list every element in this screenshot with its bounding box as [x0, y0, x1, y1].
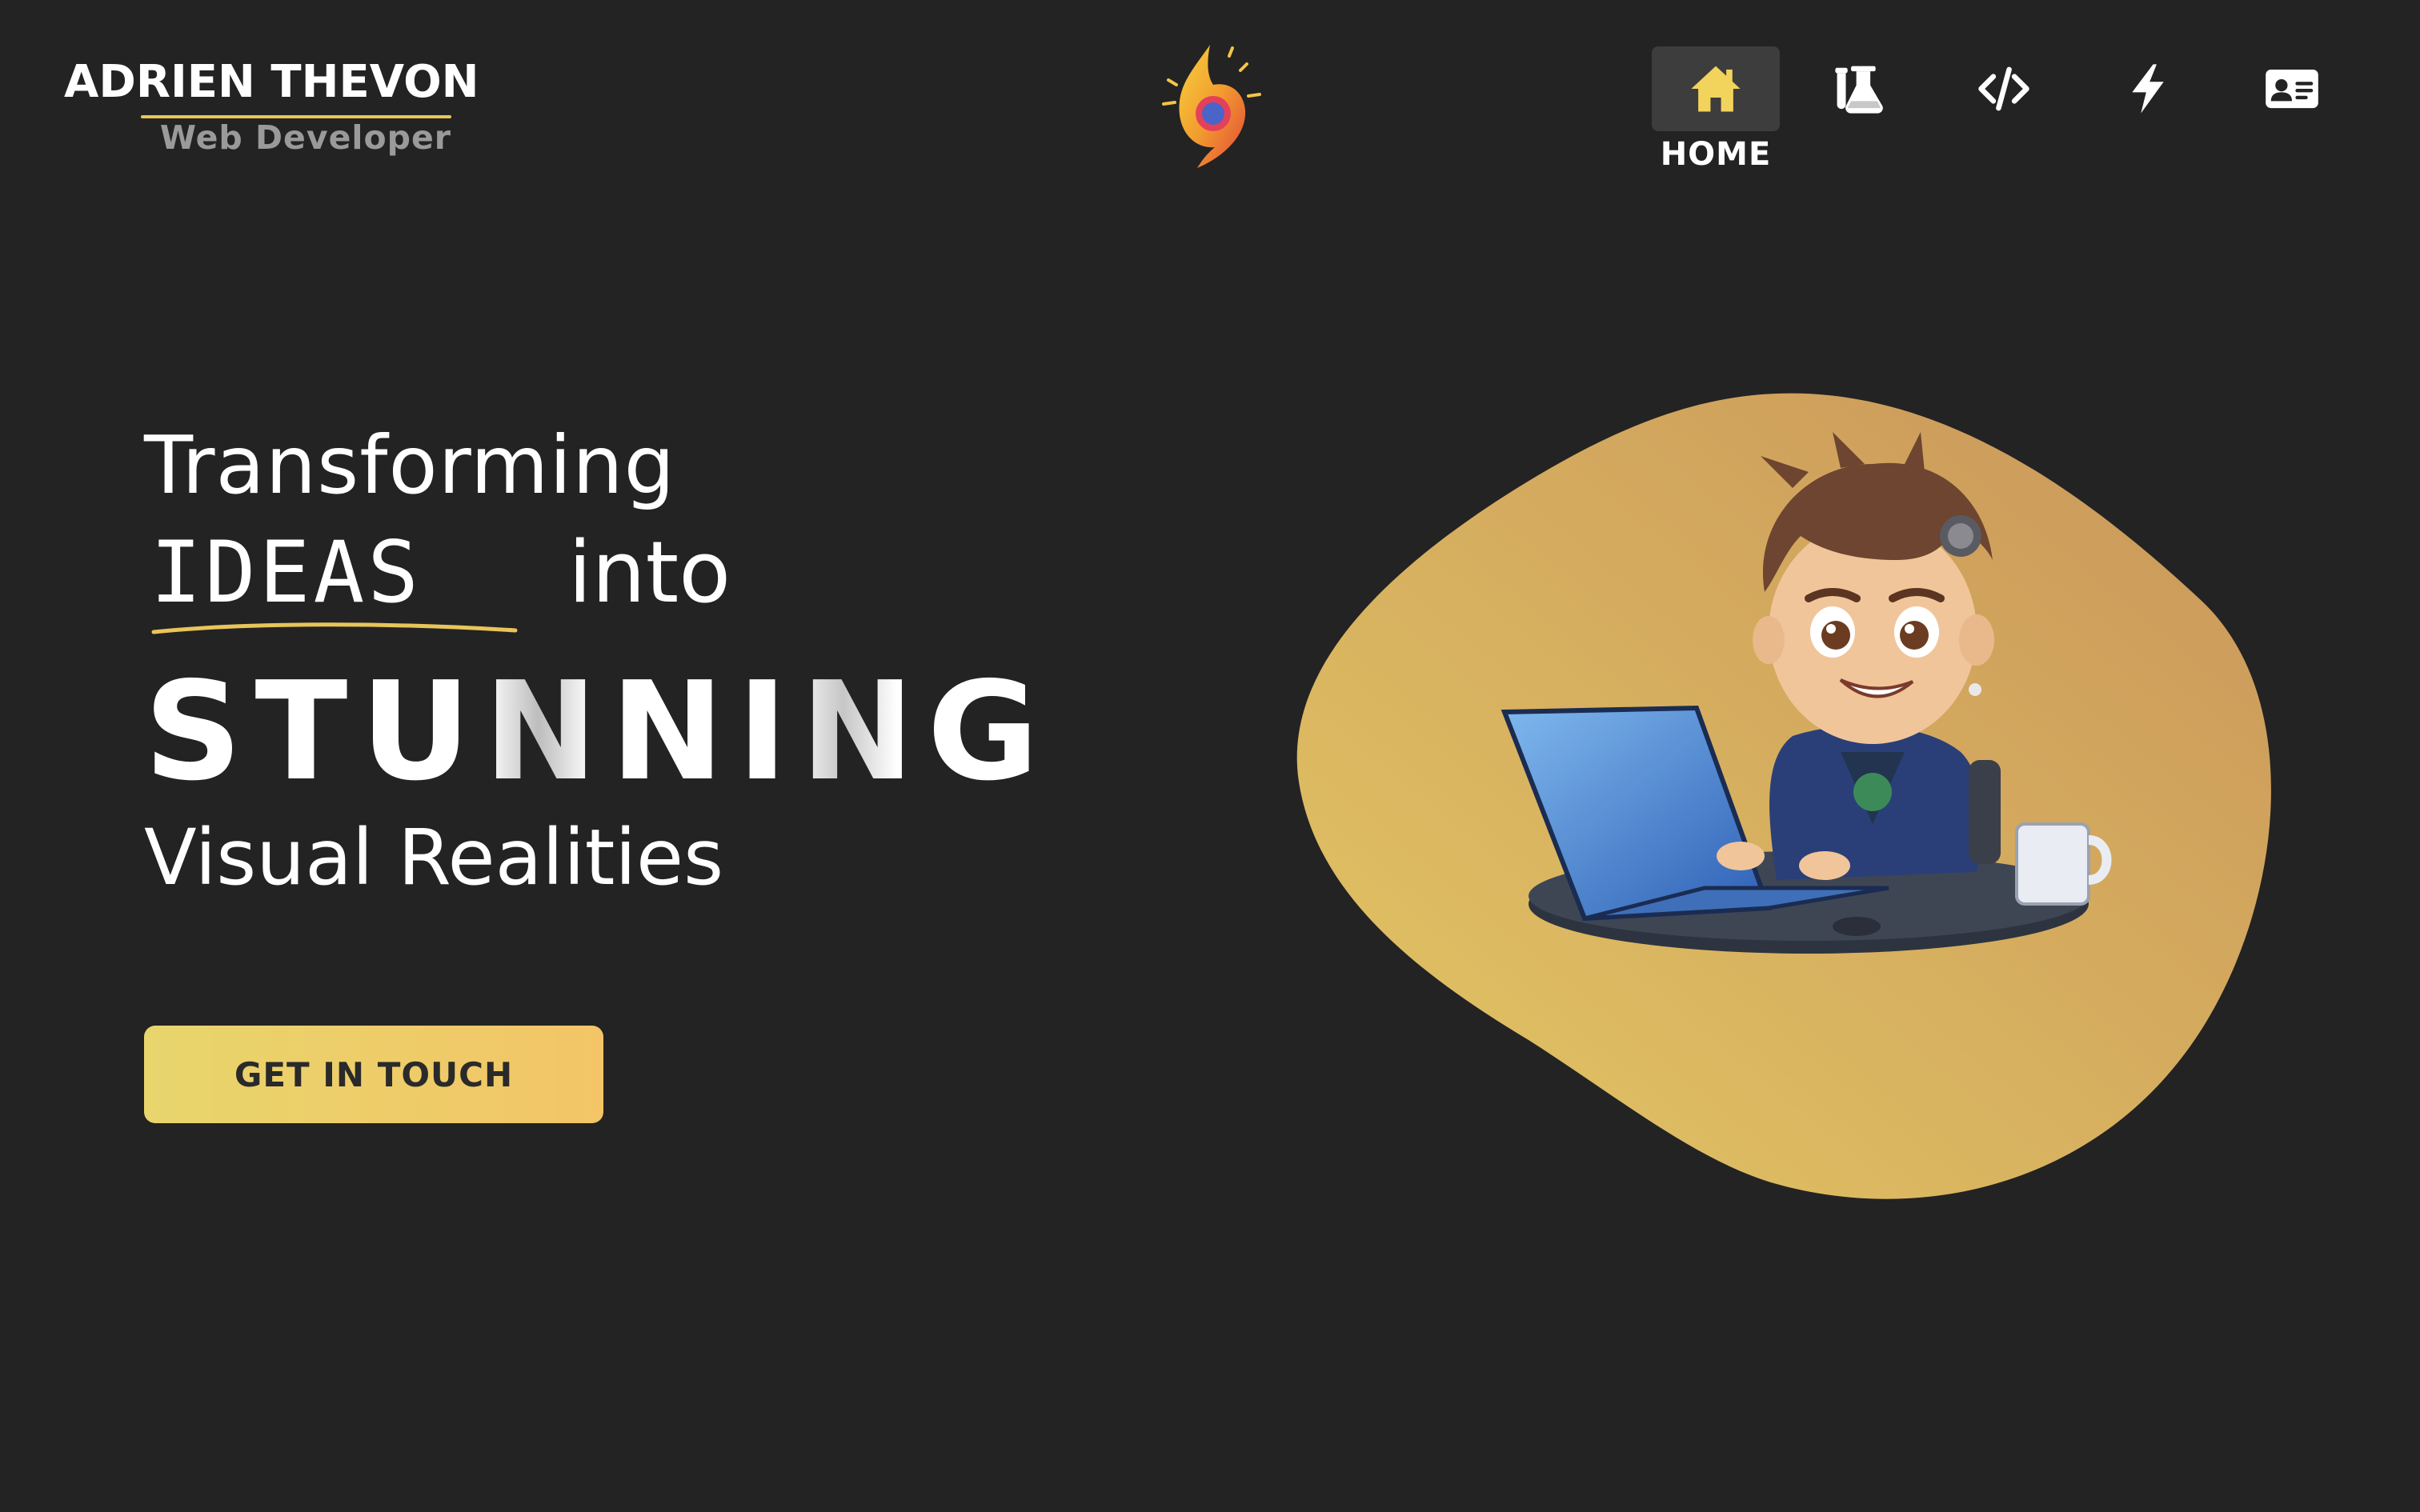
- brand[interactable]: ADRIEN THEVON Web Developer: [64, 54, 479, 157]
- hero-line-visual-realities: Visual Realities: [144, 813, 724, 902]
- flask-icon: [1835, 66, 1883, 114]
- nav-item-code[interactable]: [1940, 46, 2068, 131]
- lightning-icon: [2132, 64, 2164, 114]
- home-icon: [1691, 66, 1741, 112]
- hero-line-transforming: Transforming: [144, 418, 676, 512]
- id-card-icon: [2266, 69, 2318, 109]
- hero-highlight-ideas: IDEAS: [150, 523, 423, 622]
- hero-word-into: into: [568, 523, 731, 622]
- hero-line-ideas: IDEAS into: [144, 520, 1040, 634]
- ideas-underline: [151, 622, 518, 634]
- nav-label-home: HOME: [1660, 136, 1772, 173]
- brand-role: Web Developer: [159, 118, 451, 157]
- brand-name: ADRIEN THEVON: [64, 56, 479, 108]
- hero-line-stunning: STUNNING: [144, 653, 1052, 811]
- nav-item-home[interactable]: [1652, 46, 1780, 131]
- nav-item-contact[interactable]: [2228, 46, 2356, 131]
- nav-item-skills[interactable]: [2084, 46, 2212, 131]
- hero-heading: Transforming IDEAS into STUNNING Visual …: [144, 416, 1040, 906]
- get-in-touch-button[interactable]: GET IN TOUCH: [144, 1026, 603, 1123]
- flame-logo-icon[interactable]: [1144, 38, 1272, 174]
- page: ADRIEN THEVON Web Developer HOME Transfo…: [0, 0, 2420, 1512]
- hero-illustration: [1280, 376, 2289, 1224]
- code-icon: [1978, 66, 2029, 111]
- nav-item-lab[interactable]: [1796, 46, 1924, 131]
